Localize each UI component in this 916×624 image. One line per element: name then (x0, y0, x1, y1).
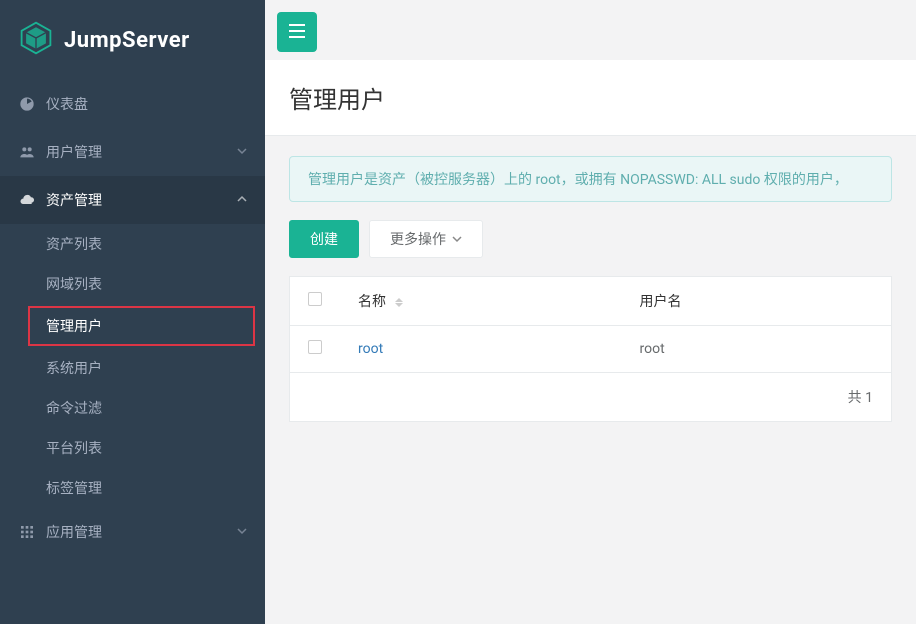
sidebar-item-system-user[interactable]: 系统用户 (0, 348, 265, 388)
page-heading: 管理用户 (265, 60, 916, 136)
action-bar: 创建 更多操作 (289, 220, 892, 258)
sidebar-item-user-mgmt[interactable]: 用户管理 (0, 128, 265, 176)
table-row: root root (290, 326, 891, 373)
sidebar-item-dashboard[interactable]: 仪表盘 (0, 80, 265, 128)
table-card: 名称 用户名 root root (289, 276, 892, 422)
row-username: root (622, 326, 891, 373)
info-alert: 管理用户是资产（被控服务器）上的 root，或拥有 NOPASSWD: ALL … (289, 156, 892, 202)
menu-toggle-button[interactable] (277, 12, 317, 52)
col-name-header[interactable]: 名称 (340, 277, 622, 326)
nav-label: 应用管理 (46, 522, 237, 542)
dashboard-icon (18, 95, 36, 113)
more-actions-dropdown[interactable]: 更多操作 (369, 220, 483, 258)
more-label: 更多操作 (390, 229, 446, 249)
sidebar-item-platform-list[interactable]: 平台列表 (0, 428, 265, 468)
table-footer: 共 1 (290, 373, 891, 421)
create-button[interactable]: 创建 (289, 220, 359, 258)
users-icon (18, 143, 36, 161)
sidebar-item-app-mgmt[interactable]: 应用管理 (0, 508, 265, 556)
checkbox-icon (308, 340, 322, 354)
nav-label: 资产管理 (46, 190, 237, 210)
chevron-down-icon (452, 231, 462, 247)
logo-area: JumpServer (0, 0, 265, 80)
sort-icon (395, 298, 403, 307)
asset-submenu: 资产列表 网域列表 管理用户 系统用户 命令过滤 平台列表 标签管理 (0, 224, 265, 508)
checkbox-icon (308, 292, 322, 306)
row-select[interactable] (290, 326, 340, 373)
col-name-label: 名称 (358, 294, 386, 310)
cloud-icon (18, 191, 36, 209)
nav-label: 仪表盘 (46, 94, 247, 114)
chevron-down-icon (237, 144, 247, 160)
sidebar-item-asset-mgmt[interactable]: 资产管理 (0, 176, 265, 224)
chevron-up-icon (237, 192, 247, 208)
sidebar-item-label-mgmt[interactable]: 标签管理 (0, 468, 265, 508)
brand-name: JumpServer (64, 28, 190, 53)
sidebar-item-cmd-filter[interactable]: 命令过滤 (0, 388, 265, 428)
hamburger-icon (289, 24, 305, 41)
topbar (265, 0, 916, 60)
select-all-header[interactable] (290, 277, 340, 326)
logo-icon (18, 20, 54, 60)
col-username-header[interactable]: 用户名 (622, 277, 891, 326)
row-name-link[interactable]: root (358, 341, 383, 357)
col-username-label: 用户名 (640, 294, 682, 310)
chevron-down-icon (237, 524, 247, 540)
grid-icon (18, 523, 36, 541)
page-title: 管理用户 (289, 80, 892, 115)
sidebar-item-asset-list[interactable]: 资产列表 (0, 224, 265, 264)
sidebar: JumpServer 仪表盘 用户管理 (0, 0, 265, 624)
sidebar-item-admin-user[interactable]: 管理用户 (28, 306, 255, 346)
nav-label: 用户管理 (46, 142, 237, 162)
main-content: 管理用户 管理用户是资产（被控服务器）上的 root，或拥有 NOPASSWD:… (265, 0, 916, 624)
sidebar-item-domain-list[interactable]: 网域列表 (0, 264, 265, 304)
